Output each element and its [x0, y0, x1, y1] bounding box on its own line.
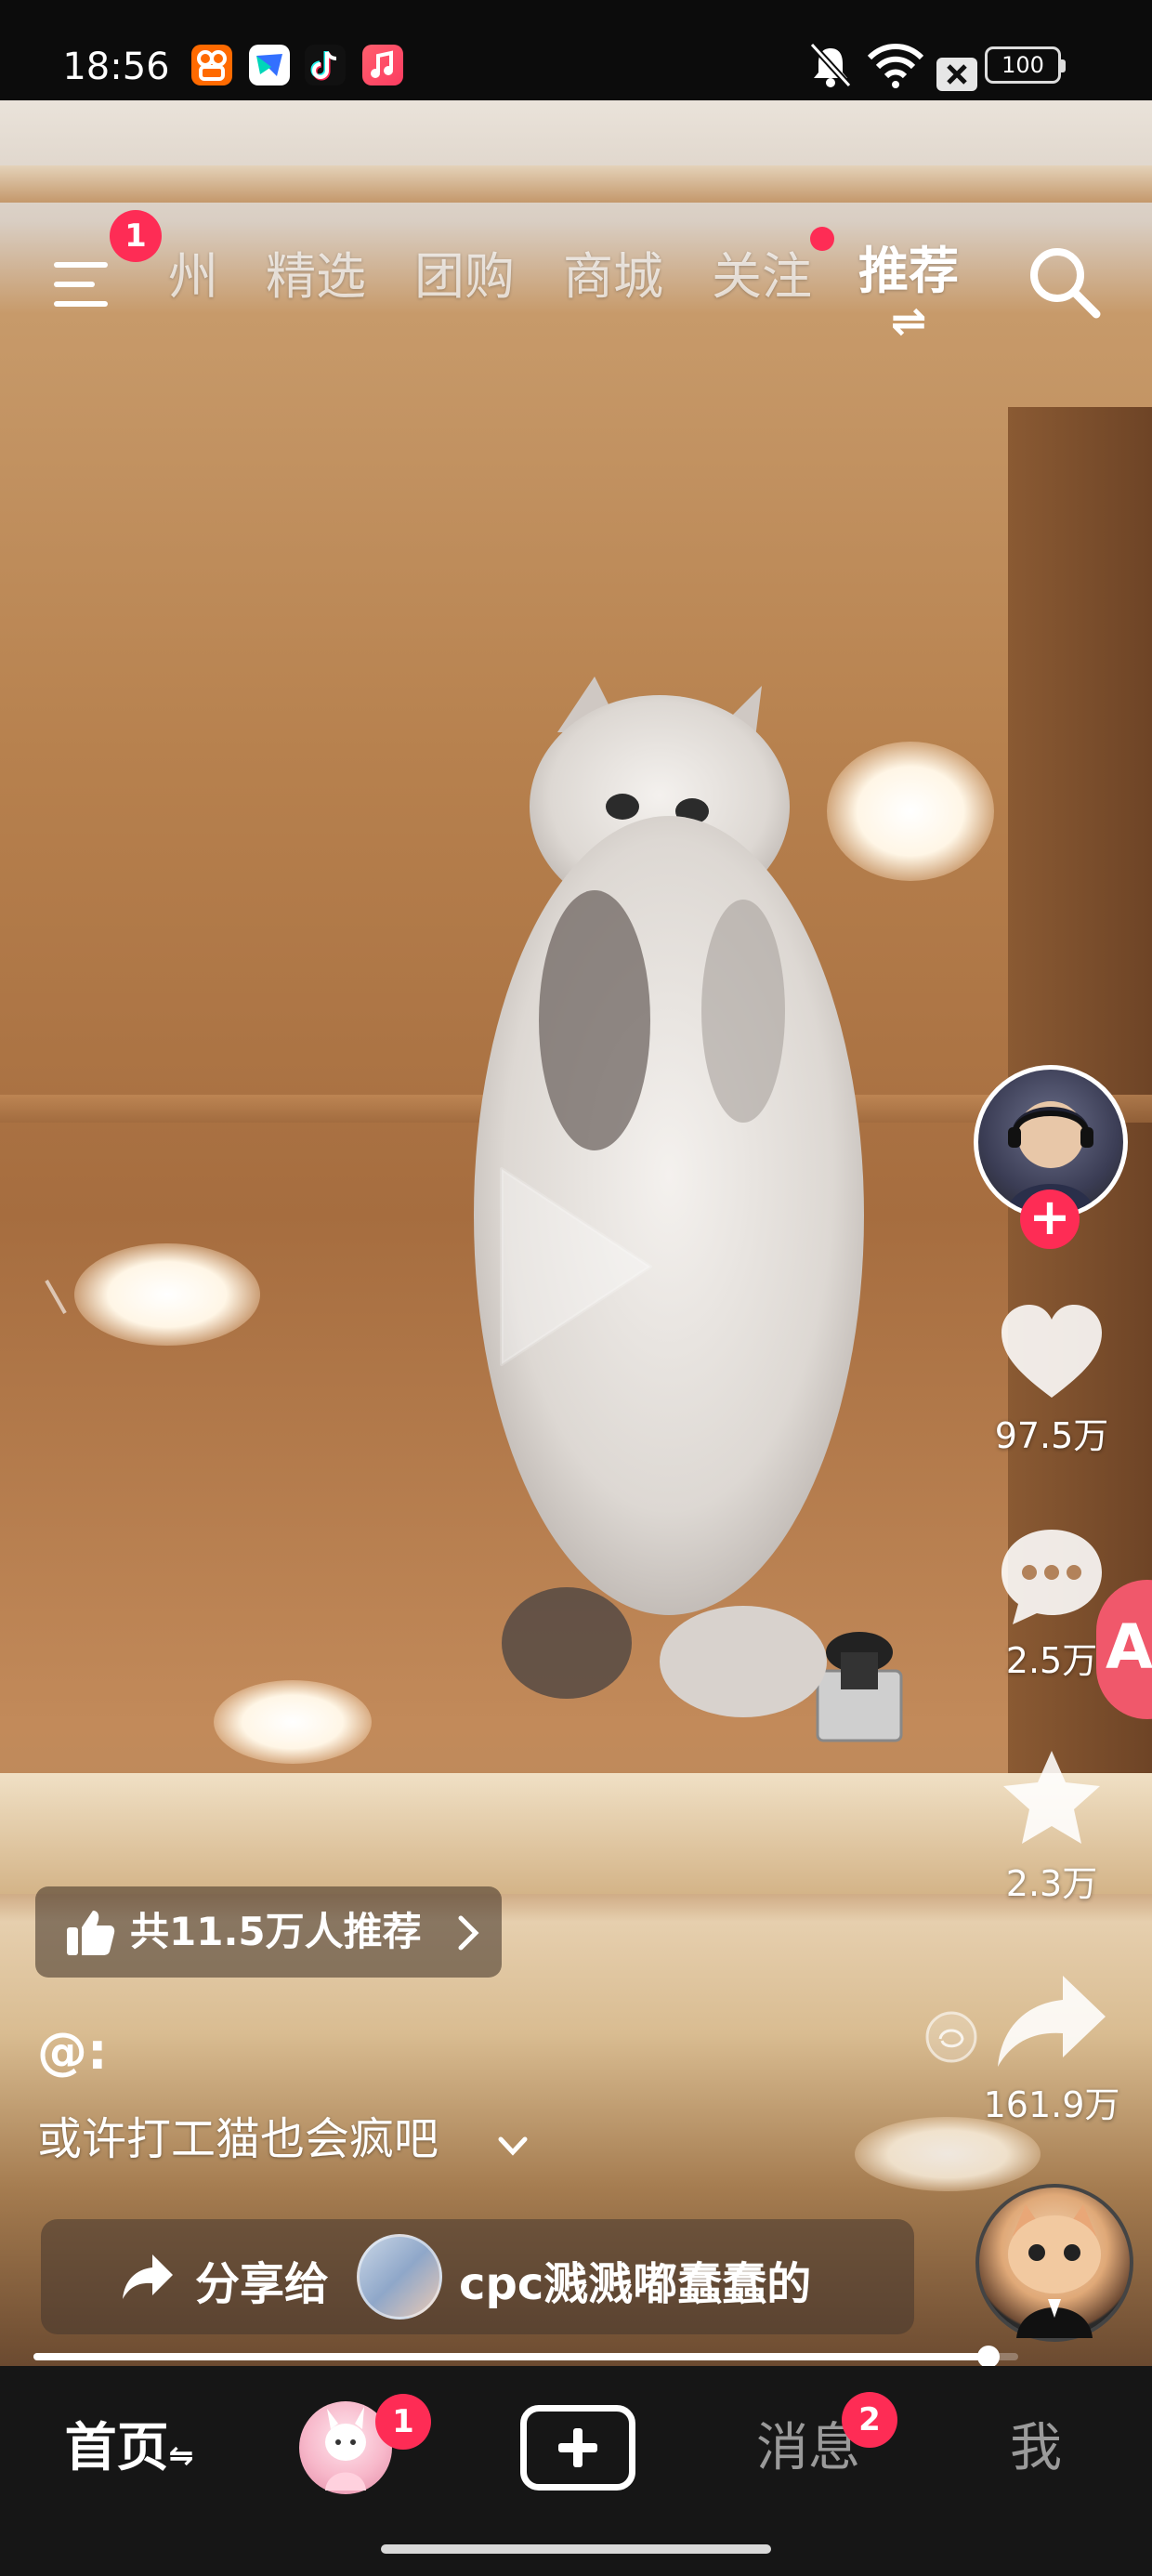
search-button[interactable]	[994, 210, 1133, 368]
hamburger-menu-icon	[54, 262, 108, 307]
tab-group-buy[interactable]: 团购	[390, 221, 539, 333]
status-time: 18:56	[62, 46, 170, 88]
following-dot-badge	[810, 227, 834, 251]
author-handle[interactable]: @:	[37, 2022, 108, 2081]
favorite-button[interactable]: 2.3万	[987, 1747, 1117, 1906]
share-count: 161.9万	[983, 2084, 1120, 2125]
home-indicator[interactable]	[381, 2544, 771, 2554]
playback-progress-fill	[33, 2353, 989, 2360]
music-app-icon	[362, 45, 403, 85]
chevron-down-icon[interactable]	[497, 2136, 529, 2158]
coin-icon[interactable]	[922, 2007, 981, 2067]
share-recipient-avatar[interactable]	[357, 2234, 442, 2320]
video-caption[interactable]: 或许打工猫也会疯吧	[37, 2102, 439, 2167]
thumbs-up-icon	[67, 1911, 115, 1955]
sim-blocked-icon	[936, 58, 977, 91]
tab-region[interactable]: 州	[149, 221, 238, 333]
music-disc-cat-image	[1008, 2204, 1101, 2338]
cabinet-light	[855, 2117, 1041, 2191]
messages-badge: 2	[842, 2392, 897, 2448]
create-button[interactable]	[520, 2405, 635, 2491]
play-icon[interactable]	[492, 1160, 660, 1373]
mute-bell-icon	[809, 42, 852, 88]
share-forward-icon	[123, 2254, 173, 2299]
share-button[interactable]: 161.9万	[977, 1970, 1126, 2127]
playback-progress-handle[interactable]	[977, 2346, 1001, 2368]
playback-progress-bar[interactable]	[33, 2346, 1018, 2368]
friends-badge: 1	[375, 2394, 431, 2450]
menu-button[interactable]: 1	[24, 210, 162, 366]
share-to-label: 分享给	[195, 2258, 330, 2310]
star-icon	[1003, 1751, 1100, 1844]
side-floating-badge-label: A	[1106, 1611, 1152, 1683]
follow-plus-button[interactable]: +	[1020, 1189, 1080, 1249]
like-count: 97.5万	[994, 1415, 1109, 1456]
comment-bubble-icon	[1001, 1530, 1102, 1624]
chevron-right-icon	[458, 1915, 479, 1951]
tab-home[interactable]: 首页⇋	[50, 2407, 208, 2491]
cabinet-light	[214, 1680, 372, 1764]
like-button[interactable]: 97.5万	[987, 1301, 1117, 1458]
search-icon	[1030, 248, 1101, 319]
recommend-text: 共11.5万人推荐	[130, 1909, 422, 1954]
feishu-app-icon	[249, 45, 290, 85]
tab-featured[interactable]: 精选	[242, 221, 390, 333]
tab-mall[interactable]: 商城	[539, 221, 687, 333]
plus-icon	[558, 2428, 597, 2467]
share-recipient-name[interactable]: cpc溅溅嘟蠢蠢的	[459, 2247, 811, 2312]
tab-home-label: 首页	[64, 2418, 169, 2478]
music-disc[interactable]	[975, 2184, 1133, 2342]
douyin-screen: 18:56 100 1 州 精选 团购 商城 关注 推荐 ⇌ + 97.5万 2…	[0, 0, 1152, 2576]
kuaishou-app-icon	[191, 45, 232, 85]
home-switch-icon: ⇋	[168, 2438, 194, 2473]
top-navigation: 1 州 精选 团购 商城 关注 推荐 ⇌	[0, 100, 1152, 344]
refresh-switch-icon[interactable]: ⇌	[873, 297, 944, 344]
share-arrow-icon	[998, 1976, 1106, 2067]
status-bar: 18:56 100	[0, 0, 1152, 100]
heart-icon	[1001, 1305, 1102, 1398]
wifi-icon	[867, 44, 924, 88]
battery-indicator: 100	[985, 46, 1066, 84]
favorite-count: 2.3万	[1005, 1863, 1098, 1904]
cat-figure	[474, 677, 864, 1717]
tab-me[interactable]: 我	[985, 2407, 1087, 2491]
douyin-app-icon	[305, 45, 346, 85]
cabinet-light	[74, 1243, 260, 1346]
video-sticker-icon[interactable]	[28, 1262, 84, 1336]
